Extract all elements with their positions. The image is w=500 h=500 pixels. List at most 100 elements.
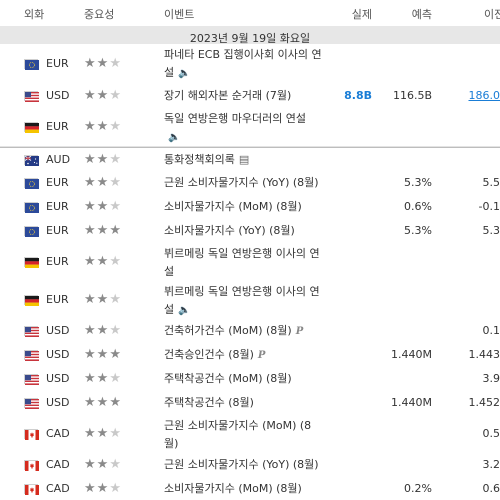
star-icon: ★ bbox=[109, 223, 122, 238]
star-icon: ★ bbox=[96, 457, 110, 472]
importance-stars: ★★★ bbox=[84, 293, 122, 306]
importance-stars: ★★★ bbox=[84, 200, 122, 213]
event-title[interactable]: 주택착공건수 (MoM) (8월) bbox=[164, 372, 292, 385]
event-title[interactable]: 소비자물가지수 (YoY) (8월) bbox=[164, 224, 295, 237]
table-row[interactable]: USD ★★★ 주택착공건수 (8월) 1.440M 1.452 bbox=[0, 391, 500, 416]
date-row: 2023년 9월 19일 화요일 bbox=[0, 26, 500, 45]
table-row[interactable]: EUR ★★★ 독일 연방은행 마우더러의 연설🔈 bbox=[0, 108, 500, 147]
table-row[interactable]: AUD ★★★ 통화정책회의록 ▤ bbox=[0, 147, 500, 173]
table-row[interactable]: USD ★★★ 장기 해외자본 순거래 (7월) 8.8B 116.5B 186.0 bbox=[0, 84, 500, 109]
table-row[interactable]: USD ★★★ 건축승인건수 (8월) P 1.440M 1.443 bbox=[0, 343, 500, 368]
importance-stars: ★★★ bbox=[84, 224, 122, 237]
event-name[interactable]: 건축승인건수 (8월) P bbox=[164, 346, 322, 365]
forecast-value: 1.440M bbox=[391, 348, 432, 361]
table-row[interactable]: EUR ★★★ 소비자물가지수 (MoM) (8월) 0.6% -0.1 bbox=[0, 195, 500, 220]
event-name[interactable]: 근원 소비자물가지수 (MoM) (8월) bbox=[164, 417, 322, 453]
previous-value[interactable]: 186.0 bbox=[469, 89, 500, 102]
event-title[interactable]: 근원 소비자물가지수 (YoY) (8월) bbox=[164, 176, 319, 189]
star-icon: ★ bbox=[96, 254, 110, 269]
event-name[interactable]: 주택착공건수 (8월) bbox=[164, 394, 322, 412]
event-title[interactable]: 독일 연방은행 마우더러의 연설 bbox=[164, 112, 306, 125]
event-title[interactable]: 통화정책회의록 bbox=[164, 153, 235, 166]
event-title[interactable]: 건축승인건수 (8월) bbox=[164, 348, 254, 361]
star-icon: ★ bbox=[109, 199, 122, 214]
star-icon: ★ bbox=[84, 88, 97, 103]
star-icon: ★ bbox=[109, 347, 122, 362]
header-previous[interactable]: 이전 bbox=[484, 6, 500, 22]
star-icon: ★ bbox=[84, 457, 97, 472]
star-icon: ★ bbox=[84, 56, 97, 71]
header-event[interactable]: 이벤트 bbox=[164, 6, 194, 22]
importance-stars: ★★★ bbox=[84, 324, 122, 337]
event-name[interactable]: 건축허가건수 (MoM) (8월) P bbox=[164, 322, 322, 341]
event-title[interactable]: 근원 소비자물가지수 (YoY) (8월) bbox=[164, 458, 319, 471]
previous-value: 0.6 bbox=[482, 482, 500, 495]
event-title[interactable]: 건축허가건수 (MoM) (8월) bbox=[164, 324, 292, 337]
star-icon: ★ bbox=[84, 199, 97, 214]
event-name[interactable]: 주택착공건수 (MoM) (8월) bbox=[164, 370, 322, 388]
eu-flag-icon bbox=[24, 226, 39, 237]
star-icon: ★ bbox=[109, 395, 122, 410]
event-name[interactable]: 장기 해외자본 순거래 (7월) bbox=[164, 87, 322, 105]
star-icon: ★ bbox=[96, 175, 110, 190]
event-name[interactable]: 뷔르메링 독일 연방은행 이사의 연설 bbox=[164, 245, 322, 281]
event-name[interactable]: 소비자물가지수 (YoY) (8월) bbox=[164, 222, 322, 240]
forecast-value: 0.2% bbox=[404, 482, 432, 495]
currency-code: EUR bbox=[46, 57, 69, 70]
event-name[interactable]: 근원 소비자물가지수 (YoY) (8월) bbox=[164, 456, 322, 474]
table-row[interactable]: USD ★★★ 주택착공건수 (MoM) (8월) 3.9 bbox=[0, 367, 500, 392]
germany-flag-icon bbox=[24, 257, 39, 268]
event-name[interactable]: 뷔르메링 독일 연방은행 이사의 연설 🔈 bbox=[164, 283, 322, 320]
event-name[interactable]: 독일 연방은행 마우더러의 연설 🔈 bbox=[164, 110, 322, 147]
previous-value: 0.5 bbox=[482, 427, 500, 440]
importance-stars: ★★★ bbox=[84, 255, 122, 268]
table-row[interactable]: USD ★★★ 건축허가건수 (MoM) (8월) P 0.1 bbox=[0, 319, 500, 344]
event-name[interactable]: 파네타 ECB 집행이사회 이사의 연설 🔈 bbox=[164, 46, 322, 83]
eu-flag-icon bbox=[24, 59, 39, 70]
star-icon: ★ bbox=[109, 457, 122, 472]
table-row[interactable]: CAD ★★★ 소비자물가지수 (MoM) (8월) 0.2% 0.6 bbox=[0, 477, 500, 500]
canada-flag-icon bbox=[24, 429, 39, 440]
event-title[interactable]: 장기 해외자본 순거래 (7월) bbox=[164, 89, 291, 102]
australia-flag-icon bbox=[24, 155, 39, 166]
forecast-value: 0.6% bbox=[404, 200, 432, 213]
star-icon: ★ bbox=[84, 323, 97, 338]
table-row[interactable]: EUR ★★★ 파네타 ECB 집행이사회 이사의 연설 🔈 bbox=[0, 44, 500, 85]
event-title[interactable]: 소비자물가지수 (MoM) (8월) bbox=[164, 200, 302, 213]
table-row[interactable]: CAD ★★★ 근원 소비자물가지수 (MoM) (8월) 0.5 bbox=[0, 415, 500, 454]
table-row[interactable]: CAD ★★★ 근원 소비자물가지수 (YoY) (8월) 3.2 bbox=[0, 453, 500, 478]
header-currency[interactable]: 외화 bbox=[24, 6, 44, 22]
star-icon: ★ bbox=[84, 152, 97, 167]
document-icon: ▤ bbox=[238, 153, 250, 166]
header-forecast[interactable]: 예측 bbox=[412, 6, 432, 22]
table-row[interactable]: EUR ★★★ 근원 소비자물가지수 (YoY) (8월) 5.3% 5.5 bbox=[0, 171, 500, 196]
importance-stars: ★★★ bbox=[84, 57, 122, 70]
previous-value: 5.5 bbox=[482, 176, 500, 189]
event-name[interactable]: 통화정책회의록 ▤ bbox=[164, 151, 322, 169]
importance-stars: ★★★ bbox=[84, 348, 122, 361]
event-title[interactable]: 근원 소비자물가지수 (MoM) (8월) bbox=[164, 419, 311, 450]
table-row[interactable]: EUR ★★★ 소비자물가지수 (YoY) (8월) 5.3% 5.3 bbox=[0, 219, 500, 244]
event-name[interactable]: 근원 소비자물가지수 (YoY) (8월) bbox=[164, 174, 322, 192]
table-header: 외화 중요성 이벤트 실제 예측 이전 bbox=[0, 0, 500, 27]
table-row[interactable]: EUR ★★★ 뷔르메링 독일 연방은행 이사의 연설 bbox=[0, 243, 500, 282]
star-icon: ★ bbox=[84, 119, 97, 134]
event-title[interactable]: 소비자물가지수 (MoM) (8월) bbox=[164, 482, 302, 495]
forecast-value: 5.3% bbox=[404, 224, 432, 237]
header-actual[interactable]: 실제 bbox=[352, 6, 372, 22]
importance-stars: ★★★ bbox=[84, 427, 122, 440]
event-name[interactable]: 소비자물가지수 (MoM) (8월) bbox=[164, 198, 322, 216]
star-icon: ★ bbox=[109, 481, 122, 496]
star-icon: ★ bbox=[84, 347, 97, 362]
previous-value: 5.3 bbox=[482, 224, 500, 237]
forecast-value: 1.440M bbox=[391, 396, 432, 409]
currency-code: CAD bbox=[46, 482, 70, 495]
event-title[interactable]: 뷔르메링 독일 연방은행 이사의 연설 bbox=[164, 247, 320, 278]
event-name[interactable]: 소비자물가지수 (MoM) (8월) bbox=[164, 480, 322, 498]
event-title[interactable]: 주택착공건수 (8월) bbox=[164, 396, 254, 409]
preliminary-icon: P bbox=[257, 350, 266, 361]
header-importance[interactable]: 중요성 bbox=[84, 6, 114, 22]
actual-value: 8.8B bbox=[344, 89, 372, 102]
table-row[interactable]: EUR ★★★ 뷔르메링 독일 연방은행 이사의 연설 🔈 bbox=[0, 281, 500, 320]
star-icon: ★ bbox=[96, 426, 110, 441]
